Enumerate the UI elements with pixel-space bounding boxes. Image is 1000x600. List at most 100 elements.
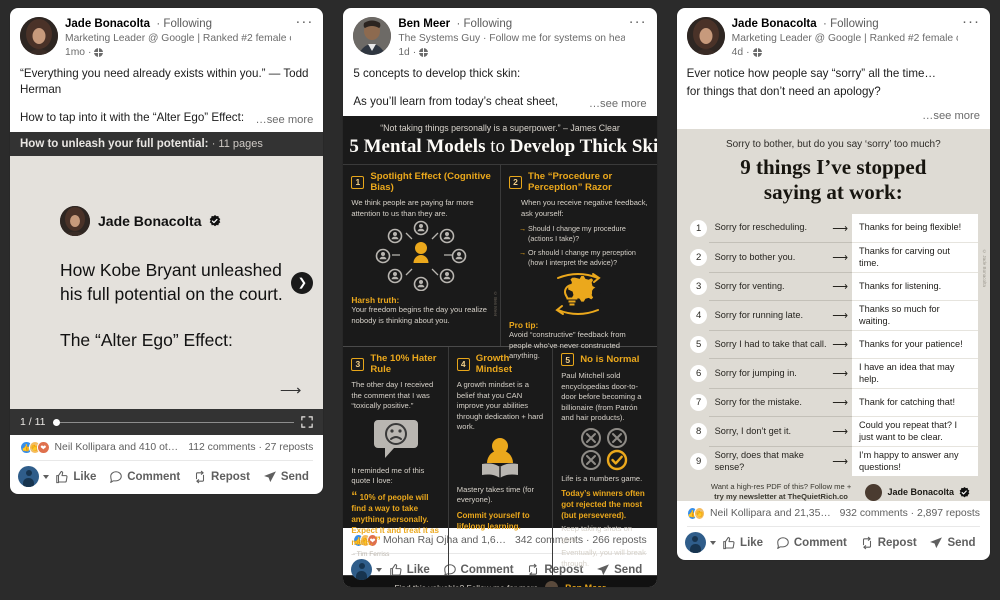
like-button[interactable]: Like	[716, 536, 770, 550]
infographic-image[interactable]: Sorry to bother, but do you say ‘sorry’ …	[676, 129, 990, 501]
follow-state: Following	[163, 18, 212, 30]
quote-open-icon: “	[351, 488, 358, 503]
action-bar: Like Comment Repost Send	[677, 527, 990, 560]
avatar[interactable]	[353, 17, 392, 55]
post-text: 5 concepts to develop thick skin: As you…	[343, 61, 656, 116]
comments-reposts-count[interactable]: 112 comments · 27 reposts	[182, 442, 313, 453]
slide-headline-line-3: The “Alter Ego” Effect:	[60, 330, 233, 350]
repost-button[interactable]: Repost	[853, 536, 923, 550]
crowd-attention-icon	[351, 219, 492, 291]
more-options-icon[interactable]: ···	[958, 14, 980, 59]
see-more-link[interactable]: …see more	[922, 110, 980, 122]
row-to: Thanks for your patience!	[851, 330, 978, 358]
author-name-line[interactable]: Jade Bonacolta · Following	[732, 18, 958, 31]
row-number: 5	[689, 330, 709, 358]
send-button[interactable]: Send	[923, 536, 982, 550]
slide-headline-line-1: How Kobe Bryant unleashed	[60, 260, 282, 280]
comments-reposts-count[interactable]: 932 comments · 2,897 reposts	[834, 508, 980, 519]
slide-avatar-image	[60, 206, 90, 236]
post-card-1: Jade Bonacolta · Following Marketing Lea…	[10, 8, 324, 494]
signature: Jade Bonacolta	[865, 483, 970, 501]
row-to: Thanks for carving out time.	[851, 242, 978, 272]
avatar[interactable]	[20, 17, 58, 55]
row-to-text: I have an idea that may help.	[858, 362, 955, 384]
post-text-line-2: for things that don’t need an apology?	[686, 85, 881, 98]
panel-3-title: The 10% Hater Rule	[370, 353, 437, 375]
send-button[interactable]: Send	[256, 470, 315, 484]
repost-icon	[862, 536, 871, 549]
avatar-image	[686, 17, 725, 55]
panel-3-body: The other day I received the comment tha…	[351, 380, 434, 410]
post-text-line-1: “Everything you need already exists with…	[20, 67, 309, 96]
see-more-link[interactable]: …see more	[252, 114, 314, 126]
document-slide[interactable]: Jade Bonacolta How Kobe Bryant unleashed…	[10, 156, 324, 409]
panel-3: 3 The 10% Hater Rule The other day I rec…	[343, 347, 447, 575]
verified-badge-icon	[210, 215, 221, 227]
author-info: Jade Bonacolta · Following Marketing Lea…	[65, 17, 291, 59]
row-from: Sorry for the mistake. ⟶	[708, 388, 852, 416]
author-name-line[interactable]: Jade Bonacolta · Following	[65, 18, 291, 31]
globe-icon	[94, 48, 104, 57]
post-time: 1d	[398, 47, 410, 58]
carousel-knob[interactable]	[52, 418, 60, 426]
row-from-text: Sorry for running late.	[714, 309, 804, 320]
row-from: Sorry to bother you. ⟶	[708, 242, 852, 272]
right-arrow-icon: ⟶	[832, 252, 848, 264]
fullscreen-icon[interactable]	[301, 416, 314, 428]
infographic-title-part-1: 5 Mental Models	[349, 136, 486, 157]
three-x-one-check-icon	[561, 427, 648, 471]
footer-avatar	[545, 581, 559, 587]
repost-button[interactable]: Repost	[187, 470, 257, 484]
row-to-text: Thanks so much for waiting.	[858, 304, 940, 326]
send-label: Send	[280, 470, 309, 483]
infographic-footer-name: Ben Meer	[565, 583, 606, 588]
avatar-image	[353, 17, 392, 55]
row-number: 9	[689, 446, 709, 476]
author-headline: Marketing Leader @ Google | Ranked #2 fe…	[731, 33, 958, 44]
row-number-value: 7	[690, 393, 708, 411]
more-options-icon[interactable]: ···	[291, 14, 313, 59]
panel-1-body: We think people are paying far more atte…	[351, 198, 474, 218]
slide-avatar	[60, 206, 90, 236]
comment-button[interactable]: Comment	[103, 470, 187, 484]
row-to-text: Thanks for listening.	[858, 280, 942, 291]
post-meta: 1mo ·	[65, 46, 291, 59]
row-number-value: 5	[690, 335, 708, 353]
author-headline: The Systems Guy · Follow me for systems …	[398, 33, 625, 44]
post-header: Jade Bonacolta · Following Marketing Lea…	[677, 8, 990, 61]
panel-4: 4 Growth Mindset A growth mindset is a b…	[447, 347, 552, 575]
table-row: 2 Sorry to bother you. ⟶ Thanks for carvi…	[689, 242, 978, 272]
reactions[interactable]: 👍 👏 ❤ Neil Kollipara and 410 others	[20, 441, 182, 454]
row-number-value: 8	[690, 422, 708, 440]
post-column-1: Jade Bonacolta · Following Marketing Lea…	[0, 0, 333, 600]
row-to: Could you repeat that? I just want to be…	[851, 416, 978, 446]
row-to-text: Thanks for being flexible!	[858, 222, 962, 233]
row-to-text: Thanks for your patience!	[858, 338, 963, 349]
author-name-line[interactable]: Ben Meer · Following	[398, 18, 624, 31]
carousel-scrollbar[interactable]	[52, 418, 295, 426]
avatar[interactable]	[686, 17, 725, 55]
table-row: 7 Sorry for the mistake. ⟶ Thank for catc…	[689, 388, 978, 416]
row-number: 8	[689, 416, 709, 446]
reactions[interactable]: 👍 👏 Neil Kollipara and 21,353 others	[686, 507, 834, 520]
chevron-right-icon[interactable]: ❯	[291, 271, 314, 294]
infographic-image[interactable]: “Not taking things personally is a super…	[343, 116, 657, 587]
panel-5-note-3: Eventually, you will break through.	[561, 548, 646, 568]
panel-1-head: 1 Spotlight Effect (Cognitive Bias)	[351, 171, 492, 193]
verified-badge-icon	[959, 486, 970, 497]
globe-icon	[419, 48, 429, 57]
comment-button[interactable]: Comment	[769, 536, 853, 550]
current-user-avatar[interactable]	[18, 466, 39, 487]
panel-1-number: 1	[351, 175, 365, 189]
more-options-icon[interactable]: ···	[625, 14, 647, 59]
panel-5-note-2: Keep taking shots on goal.	[561, 524, 633, 544]
right-arrow-icon: ⟶	[832, 426, 848, 438]
like-button[interactable]: Like	[49, 470, 103, 484]
see-more-row: …see more	[677, 106, 990, 129]
see-more-link[interactable]: …see more	[585, 98, 647, 110]
current-user-avatar[interactable]	[684, 532, 706, 553]
row-from: Sorry for venting. ⟶	[708, 272, 852, 300]
row-number: 6	[689, 358, 709, 388]
table-row: 1 Sorry for rescheduling. ⟶ Thanks for be…	[689, 214, 978, 242]
infographic-title-line-1: 9 things I’ve stopped	[740, 155, 927, 179]
